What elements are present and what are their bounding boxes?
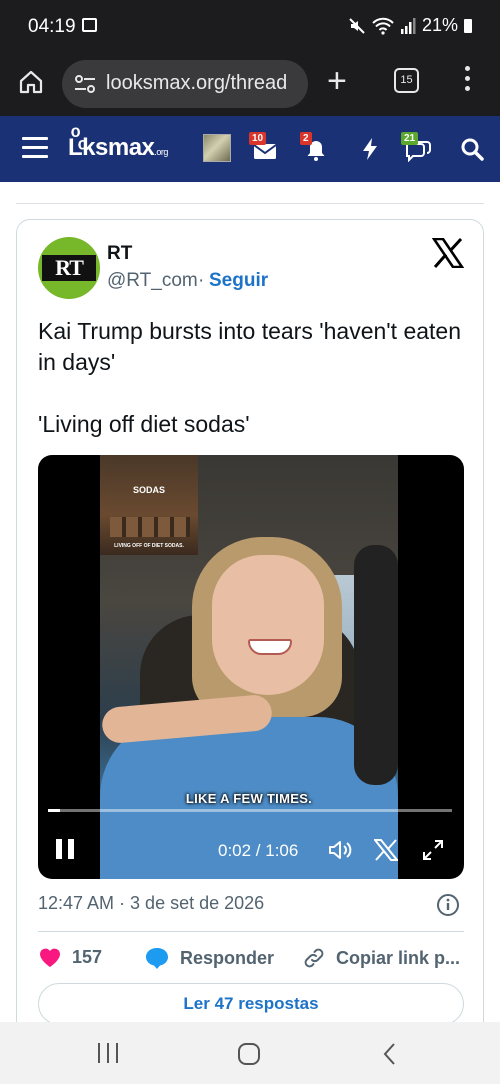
menu-icon[interactable]: [465, 66, 471, 96]
chat-icon[interactable]: 21: [401, 132, 431, 163]
hamburger-icon[interactable]: [22, 137, 48, 164]
browser-toolbar: looksmax.org/thread + 15: [0, 52, 500, 116]
reply-label: Responder: [180, 947, 275, 968]
alerts-badge: 2: [300, 132, 312, 145]
messages-badge: 10: [249, 132, 267, 145]
tweet-actions: 157 Responder Copiar link p...: [38, 946, 464, 972]
status-bar: 04:19 21%: [0, 0, 500, 52]
tweet-text: Kai Trump bursts into tears 'haven't eat…: [38, 316, 468, 440]
person-face: [212, 555, 324, 695]
video-player[interactable]: SODAS LIVING OFF OF DIET SODAS. LIKE A F…: [38, 455, 464, 879]
tab-switcher-icon[interactable]: 15: [394, 68, 419, 93]
wifi-icon: [372, 17, 394, 35]
video-progress-bar[interactable]: [48, 809, 452, 812]
status-icons: 21%: [348, 15, 472, 36]
tweet-headline: Kai Trump bursts into tears 'haven't eat…: [38, 318, 462, 375]
signal-icon: [400, 17, 416, 34]
post-divider: [16, 203, 484, 204]
heart-icon: [40, 948, 60, 967]
reply-button[interactable]: Responder: [144, 946, 274, 970]
tweet-quote: 'Living off diet sodas': [38, 411, 250, 437]
follow-link[interactable]: Seguir: [209, 270, 268, 292]
video-inset-image: SODAS LIVING OFF OF DIET SODAS.: [100, 455, 198, 555]
new-tab-icon[interactable]: +: [327, 62, 347, 101]
site-logo[interactable]: Lͦͦksmax.org: [68, 134, 168, 162]
url-bar[interactable]: looksmax.org/thread: [62, 60, 308, 108]
video-time: 0:02 / 1:06: [218, 841, 299, 860]
inset-tag: SODAS: [132, 485, 165, 495]
bell-icon[interactable]: 2: [300, 132, 330, 162]
copy-link-button[interactable]: Copiar link p...: [302, 946, 460, 970]
status-time: 04:19: [28, 16, 76, 37]
person-mouth: [248, 639, 292, 655]
account-handle[interactable]: @RT_com: [107, 270, 198, 292]
video-subtitle: LIKE A FEW TIMES.: [185, 791, 313, 806]
search-icon[interactable]: [458, 136, 486, 162]
gallery-icon: [82, 18, 97, 32]
url-text: looksmax.org/thread: [106, 72, 288, 94]
home-icon[interactable]: [18, 69, 44, 95]
reply-bubble-icon: [146, 948, 168, 969]
pause-icon[interactable]: [56, 839, 76, 859]
actions-divider: [38, 931, 464, 932]
avatar-logo-text: RT: [42, 255, 96, 281]
handle-separator: ·: [198, 270, 205, 291]
link-icon: [304, 948, 324, 968]
mute-icon: [349, 17, 365, 34]
video-progress-fill: [48, 809, 61, 812]
tweet-timestamp[interactable]: 12:47 AM · 3 de set de 2026: [38, 893, 264, 914]
person-raised-arm: [354, 545, 398, 785]
battery-icon: [464, 18, 472, 33]
volume-icon[interactable]: [328, 839, 354, 861]
home-button-icon[interactable]: [238, 1043, 260, 1065]
video-controls: 0:02 / 1:06: [38, 819, 464, 879]
inset-jars: [110, 517, 190, 537]
system-nav-bar: [0, 1022, 500, 1084]
x-watch-icon[interactable]: [374, 839, 398, 861]
inbox-badge: 21: [401, 132, 419, 145]
logo-text: Lͦͦksmax: [68, 134, 155, 161]
recents-icon[interactable]: [98, 1043, 120, 1063]
x-logo-icon[interactable]: [432, 238, 464, 268]
like-button[interactable]: 157: [38, 946, 102, 968]
avatar-image[interactable]: [203, 134, 231, 162]
read-replies-button[interactable]: Ler 47 respostas: [38, 983, 464, 1025]
like-count: 157: [72, 946, 103, 967]
envelope-icon[interactable]: 10: [249, 132, 279, 162]
info-icon[interactable]: [436, 893, 460, 917]
back-icon[interactable]: [380, 1042, 400, 1066]
site-header: Lͦͦksmax.org 10 2 21: [0, 116, 500, 182]
fullscreen-icon[interactable]: [422, 839, 444, 861]
account-avatar[interactable]: RT: [38, 237, 100, 299]
copy-link-label: Copiar link p...: [336, 947, 461, 968]
logo-suffix: .org: [154, 147, 168, 157]
lightning-icon[interactable]: [358, 136, 386, 162]
battery-percent: 21%: [421, 15, 458, 35]
inset-caption: LIVING OFF OF DIET SODAS.: [114, 543, 184, 549]
site-settings-icon[interactable]: [74, 74, 96, 94]
embedded-tweet: RT RT @RT_com · Seguir Kai Trump bursts …: [16, 219, 484, 1039]
account-name[interactable]: RT: [107, 243, 132, 265]
